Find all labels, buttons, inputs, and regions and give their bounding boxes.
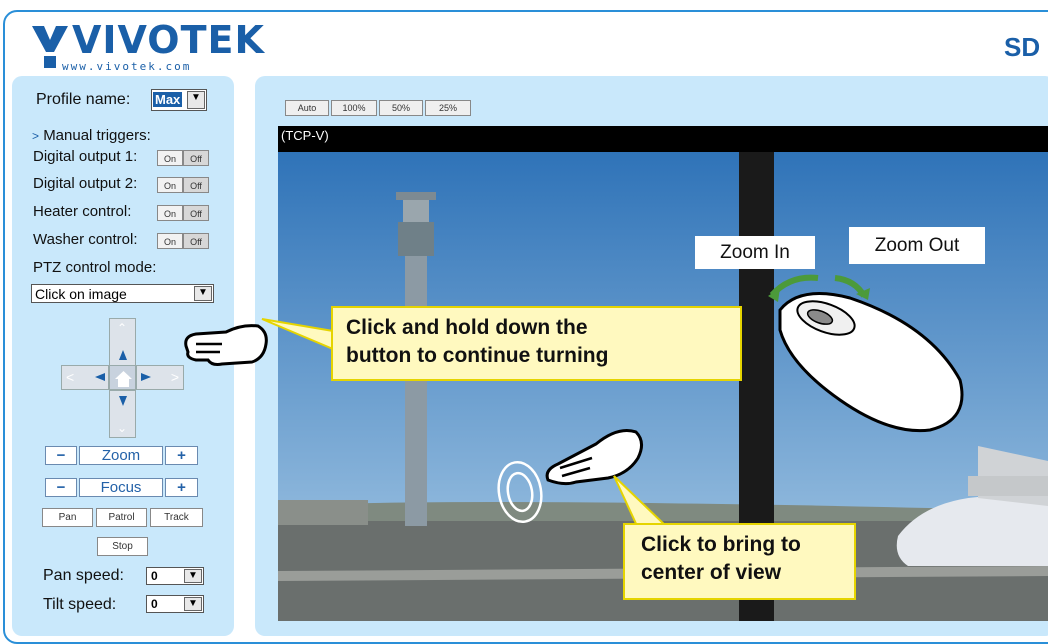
stop-button[interactable]: Stop [97,537,148,556]
digital-output-1-on-button[interactable]: On [157,150,183,166]
trigger-label-washer-control: Washer control: [33,231,138,248]
patrol-button[interactable]: Patrol [96,508,147,527]
callout-hold-button: Click and hold down the button to contin… [331,306,742,381]
tilt-speed-select[interactable]: 0 ▼ [146,595,204,613]
pan-button[interactable]: Pan [42,508,93,527]
size-50-button[interactable]: 50% [379,100,423,116]
tilt-speed-label: Tilt speed: [43,596,117,613]
digital-output-2-off-button[interactable]: Off [183,177,209,193]
zoom-out-button[interactable]: − [45,446,77,465]
pan-speed-label: Pan speed: [43,567,124,584]
digital-output-1-off-button[interactable]: Off [183,150,209,166]
focus-near-button[interactable]: − [45,478,77,497]
digital-output-2-on-button[interactable]: On [157,177,183,193]
heater-on-button[interactable]: On [157,205,183,221]
callout-pointer-hold [261,318,334,351]
pan-speed-value: 0 [151,569,158,583]
washer-off-button[interactable]: Off [183,233,209,249]
focus-label: Focus [79,478,163,497]
pointing-hand-icon [184,324,268,366]
chevron-down-icon: ▼ [184,597,202,611]
callout-bring-to-center: Click to bring to center of view [623,523,856,600]
chevron-down-icon: ▼ [194,286,212,301]
chevron-down-icon: ▼ [184,569,202,583]
product-brand: SD [1004,32,1041,62]
washer-on-button[interactable]: On [157,233,183,249]
pan-speed-select[interactable]: 0 ▼ [146,567,204,585]
profile-select[interactable]: Max ▼ [151,89,207,111]
heater-off-button[interactable]: Off [183,205,209,221]
chevron-right-icon: > [32,129,40,143]
profile-label: Profile name: [36,91,131,108]
tilt-speed-value: 0 [151,597,158,611]
track-button[interactable]: Track [150,508,203,527]
zoom-label: Zoom [79,446,163,465]
pad-arrows-overlay [95,350,151,406]
zoom-in-button[interactable]: + [165,446,198,465]
profile-select-value: Max [153,92,183,107]
zoom-out-annotation: Zoom Out [849,227,985,264]
size-100-button[interactable]: 100% [331,100,377,116]
mouse-illustration [768,274,964,433]
zoom-in-annotation: Zoom In [695,236,815,269]
trigger-label-heater-control: Heater control: [33,203,132,220]
size-25-button[interactable]: 25% [425,100,471,116]
logo-wordmark: VIVOTEK [72,18,265,62]
ptz-mode-value: Click on image [35,286,127,302]
logo-url: www.vivotek.com [62,60,192,73]
trigger-label-digital-output-1: Digital output 1: [33,148,138,165]
ptz-mode-select[interactable]: Click on image ▼ [31,284,214,303]
focus-far-button[interactable]: + [165,478,198,497]
chevron-down-icon: ▼ [187,91,205,109]
size-auto-button[interactable]: Auto [285,100,329,116]
manual-triggers-label: > Manual triggers: [32,127,151,144]
ptz-mode-label: PTZ control mode: [33,259,157,276]
trigger-label-digital-output-2: Digital output 2: [33,175,138,192]
